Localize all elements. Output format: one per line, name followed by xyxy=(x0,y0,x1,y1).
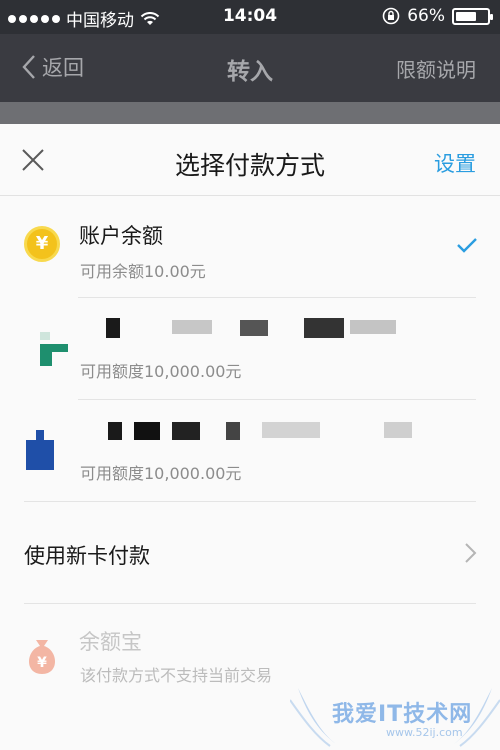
option-subtitle: 可用额度10,000.00元 xyxy=(80,362,242,381)
masked-text xyxy=(134,422,160,440)
option-subtitle: 可用余额10.00元 xyxy=(80,262,206,281)
watermark-text: 我爱IT技术网 xyxy=(332,702,473,727)
option-title: 余额宝 xyxy=(79,630,142,654)
checkmark-icon xyxy=(457,238,477,253)
option-title: 账户余额 xyxy=(79,224,163,248)
status-right: 66% xyxy=(382,6,493,26)
bank-logo-icon xyxy=(40,332,68,366)
money-bag-icon: ¥ xyxy=(29,640,55,674)
option-subtitle: 该付款方式不支持当前交易 xyxy=(80,666,273,685)
coin-icon: ¥ xyxy=(24,226,60,262)
overlay-dim xyxy=(0,102,500,124)
rotation-lock-icon xyxy=(382,7,400,25)
battery-percent: 66% xyxy=(407,6,445,26)
nav-bar: 返回 转入 限额说明 xyxy=(0,34,500,102)
payment-option-bank-card[interactable]: 可用额度10,000.00元 xyxy=(0,400,500,502)
masked-text xyxy=(262,422,320,438)
limit-info-button[interactable]: 限额说明 xyxy=(396,54,476,83)
masked-text xyxy=(172,422,200,440)
option-subtitle: 可用额度10,000.00元 xyxy=(80,464,242,483)
chevron-right-icon xyxy=(465,543,477,563)
new-card-label: 使用新卡付款 xyxy=(24,544,150,568)
masked-text xyxy=(172,320,212,334)
status-bar: 中国移动 14:04 66% xyxy=(0,0,500,34)
masked-text xyxy=(304,318,344,338)
svg-text:¥: ¥ xyxy=(37,655,47,671)
battery-icon xyxy=(452,7,493,25)
bank-logo-icon xyxy=(26,430,54,470)
masked-text xyxy=(226,422,240,440)
sheet-title: 选择付款方式 xyxy=(174,151,325,180)
masked-text xyxy=(106,318,120,338)
masked-text xyxy=(108,422,122,440)
payment-method-sheet: 选择付款方式 设置 ¥ 账户余额 可用余额10.00元 可用额度10,000.0… xyxy=(0,124,500,750)
payment-option-balance[interactable]: ¥ 账户余额 可用余额10.00元 xyxy=(0,196,500,298)
masked-text xyxy=(350,320,396,334)
masked-text xyxy=(384,422,412,438)
sheet-header: 选择付款方式 设置 xyxy=(0,124,500,196)
masked-text xyxy=(240,320,268,336)
use-new-card-button[interactable]: 使用新卡付款 xyxy=(0,502,500,604)
payment-option-bank-card[interactable]: 可用额度10,000.00元 xyxy=(0,298,500,400)
watermark: 我爱IT技术网 www.52ij.com xyxy=(290,682,500,750)
watermark-url: www.52ij.com xyxy=(386,726,463,739)
settings-button[interactable]: 设置 xyxy=(434,148,476,178)
battery-fill xyxy=(456,11,476,21)
